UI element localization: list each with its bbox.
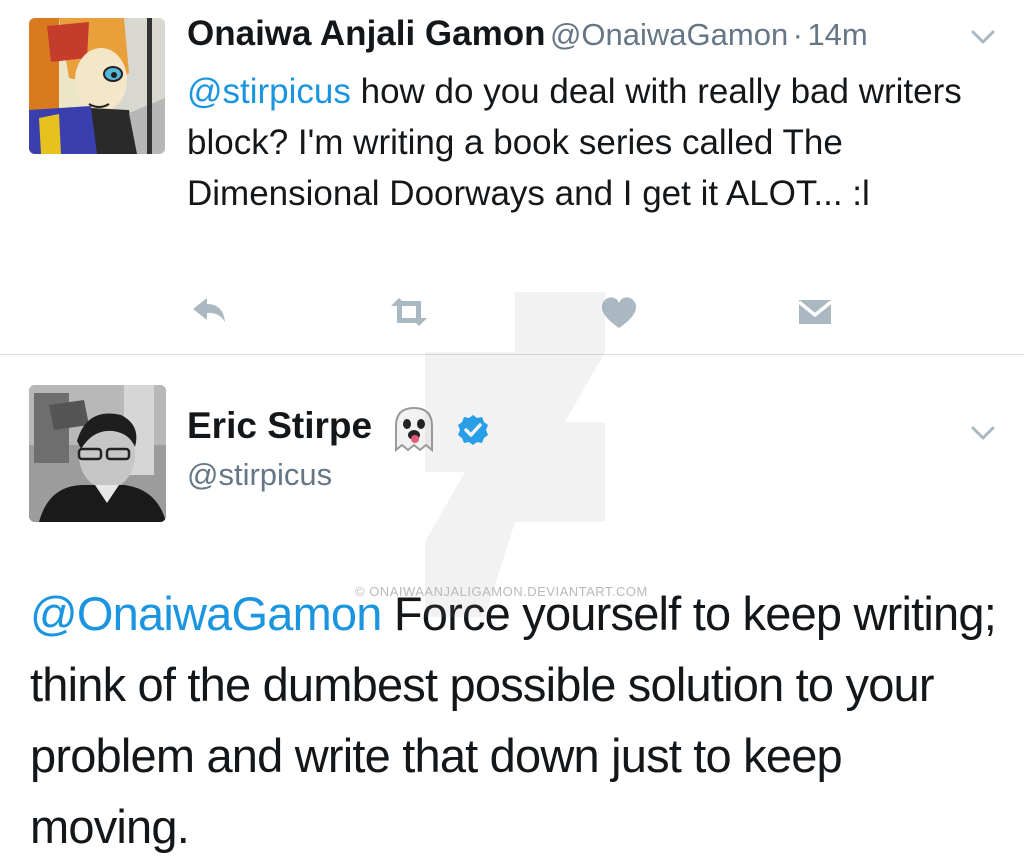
- tweet-stirpe: Eric Stirpe @stirpicus @OnaiwaGamon Forc…: [0, 355, 1024, 862]
- chevron-down-icon[interactable]: [968, 26, 998, 48]
- meta-separator: ·: [792, 17, 803, 52]
- avatar-stirpe[interactable]: [29, 385, 166, 522]
- tweet-text: @OnaiwaGamon Force yourself to keep writ…: [30, 578, 1010, 862]
- mention-link[interactable]: @OnaiwaGamon: [30, 587, 382, 640]
- ghost-emoji-icon: [388, 404, 440, 456]
- author-name[interactable]: Onaiwa Anjali Gamon: [187, 14, 546, 53]
- tweet-text: @stirpicus how do you deal with really b…: [187, 66, 1002, 219]
- direct-message-icon[interactable]: [793, 290, 837, 334]
- tweet1-header: Onaiwa Anjali Gamon @OnaiwaGamon · 14m: [187, 14, 868, 58]
- author-handle[interactable]: @OnaiwaGamon: [550, 17, 788, 52]
- verified-badge-icon: [456, 413, 490, 447]
- tweet-timestamp[interactable]: 14m: [807, 17, 867, 52]
- chevron-down-icon[interactable]: [968, 422, 998, 444]
- tweet-onaiwa: Onaiwa Anjali Gamon @OnaiwaGamon · 14m @…: [0, 0, 1024, 354]
- author-name[interactable]: Eric Stirpe: [187, 405, 372, 447]
- like-icon[interactable]: [597, 290, 641, 334]
- avatar-onaiwa[interactable]: [29, 18, 165, 154]
- reply-icon[interactable]: [187, 290, 231, 334]
- tweet-actions: [187, 290, 847, 334]
- retweet-icon[interactable]: [387, 290, 431, 334]
- author-handle[interactable]: @stirpicus: [187, 457, 332, 493]
- mention-link[interactable]: @stirpicus: [187, 72, 351, 111]
